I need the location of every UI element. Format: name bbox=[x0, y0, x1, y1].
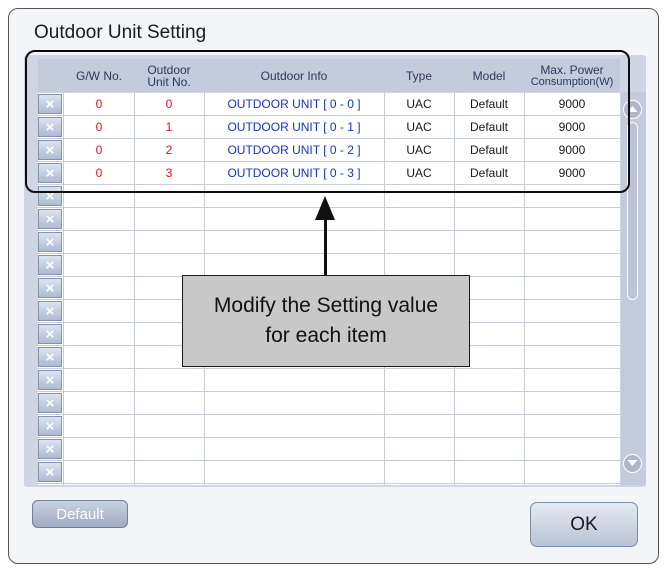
close-icon[interactable]: × bbox=[38, 255, 62, 275]
empty-table-row[interactable]: × bbox=[38, 254, 620, 277]
close-icon[interactable]: × bbox=[38, 278, 62, 298]
ok-button[interactable]: OK bbox=[530, 502, 638, 547]
arrow-line bbox=[324, 218, 327, 276]
empty-table-row[interactable]: × bbox=[38, 461, 620, 484]
annotation-line2: for each item bbox=[265, 324, 387, 347]
close-icon[interactable]: × bbox=[38, 347, 62, 367]
empty-table-row[interactable]: × bbox=[38, 415, 620, 438]
close-icon[interactable]: × bbox=[38, 301, 62, 321]
empty-table-row[interactable]: × bbox=[38, 231, 620, 254]
close-icon[interactable]: × bbox=[38, 462, 62, 482]
highlight-frame bbox=[25, 50, 630, 193]
annotation-callout: Modify the Setting value for each item bbox=[182, 275, 470, 367]
close-icon[interactable]: × bbox=[38, 370, 62, 390]
arrow-head bbox=[315, 196, 335, 220]
close-icon[interactable]: × bbox=[38, 209, 62, 229]
close-icon[interactable]: × bbox=[38, 416, 62, 436]
close-icon[interactable]: × bbox=[38, 324, 62, 344]
default-button[interactable]: Default bbox=[32, 500, 128, 528]
window-title: Outdoor Unit Setting bbox=[34, 22, 207, 43]
annotation-line1: Modify the Setting value bbox=[213, 294, 439, 317]
empty-table-row[interactable]: × bbox=[38, 369, 620, 392]
empty-table-row[interactable]: × bbox=[38, 438, 620, 461]
chevron-down-icon[interactable] bbox=[623, 454, 642, 473]
empty-table-row[interactable]: × bbox=[38, 392, 620, 415]
close-icon[interactable]: × bbox=[38, 232, 62, 252]
close-icon[interactable]: × bbox=[38, 439, 62, 459]
close-icon[interactable]: × bbox=[38, 393, 62, 413]
